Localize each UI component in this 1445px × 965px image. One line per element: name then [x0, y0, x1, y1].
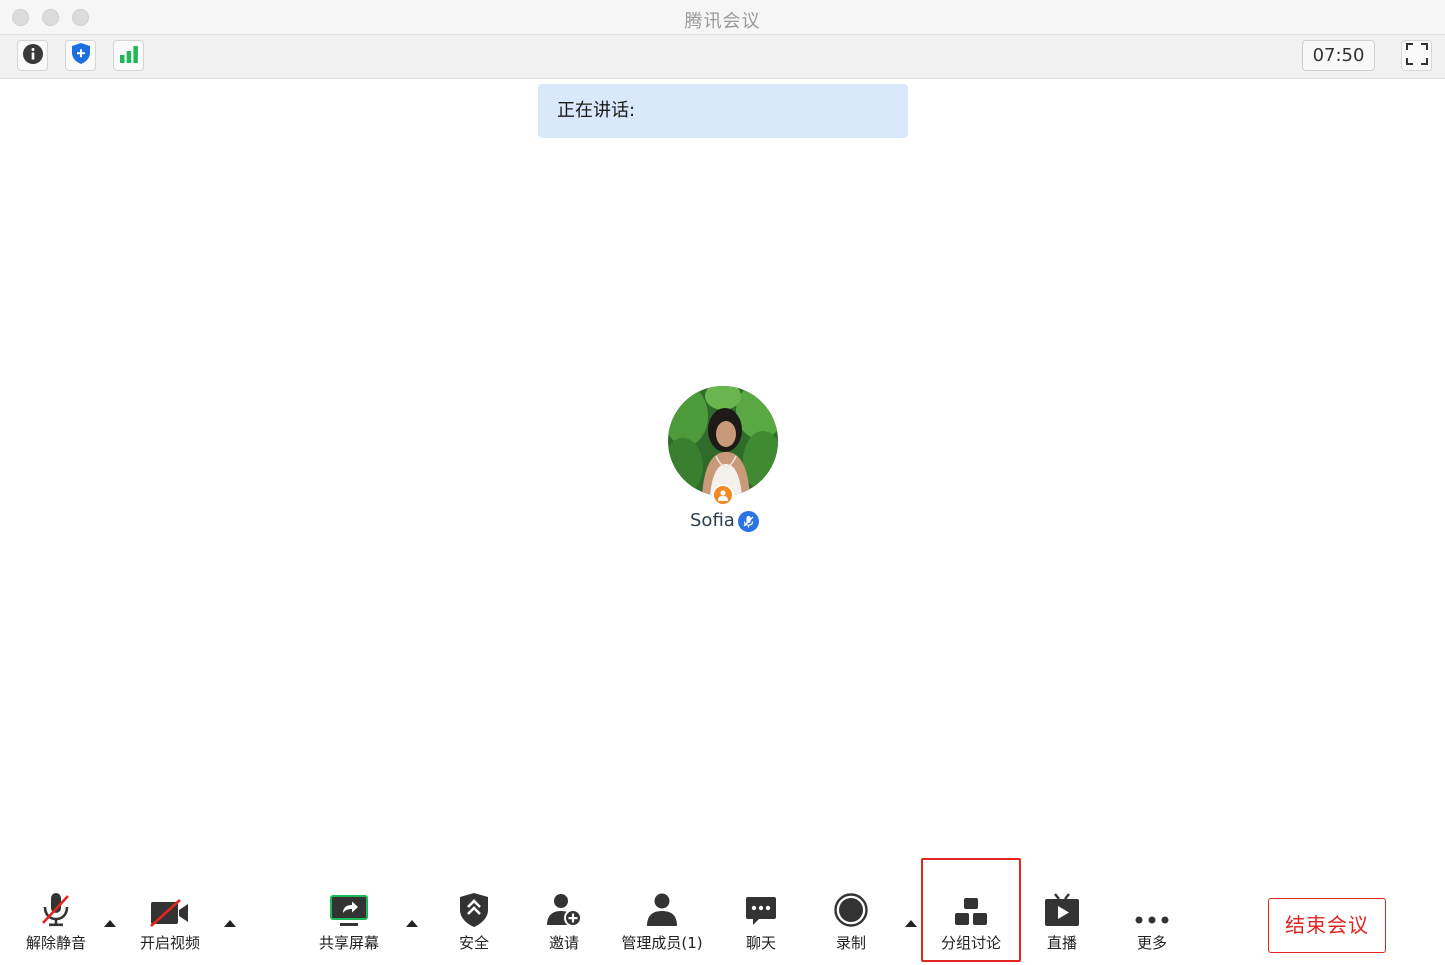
manage-members-label: 管理成员(1)	[621, 934, 703, 952]
unmute-label: 解除静音	[25, 934, 86, 952]
share-screen-label: 共享屏幕	[318, 934, 379, 952]
chat-button[interactable]: 聊天	[730, 893, 792, 953]
network-status-button[interactable]	[113, 40, 144, 71]
live-stream-button[interactable]: 直播	[1031, 893, 1093, 953]
avatar	[668, 386, 778, 496]
window-title: 腾讯会议	[684, 11, 761, 32]
share-screen-icon	[329, 893, 369, 927]
participant-name: Sofia	[690, 510, 735, 531]
microphone-icon	[738, 511, 759, 532]
breakout-highlight-frame	[921, 858, 1021, 962]
meeting-info-button[interactable]	[17, 40, 48, 71]
security-icon	[454, 893, 494, 927]
record-label: 录制	[835, 934, 866, 952]
invite-button[interactable]: 邀请	[533, 893, 595, 953]
audio-options-caret[interactable]	[104, 920, 116, 927]
record-options-caret[interactable]	[905, 920, 917, 927]
video-off-icon	[150, 893, 190, 927]
fullscreen-icon	[1405, 42, 1428, 69]
active-speaker-banner: 正在讲话:	[538, 84, 908, 138]
manage-members-button[interactable]: 管理成员(1)	[621, 893, 703, 953]
signal-bars-icon	[119, 45, 139, 67]
video-options-caret[interactable]	[224, 920, 236, 927]
share-screen-button[interactable]: 共享屏幕	[318, 893, 380, 953]
share-options-caret[interactable]	[406, 920, 418, 927]
title-bar: 腾讯会议	[0, 0, 1445, 35]
info-icon	[22, 43, 43, 68]
add-user-icon	[544, 893, 584, 927]
shield-icon	[71, 43, 90, 68]
meeting-info-bar: 07:50	[0, 35, 1445, 79]
live-stream-label: 直播	[1046, 934, 1077, 952]
unmute-button[interactable]: 解除静音	[25, 893, 87, 953]
members-icon	[642, 893, 682, 927]
meeting-window: 腾讯会议 07:50 正在讲话: Sofia 解除静音 开启视频 共享屏幕 安全…	[0, 0, 1445, 965]
fullscreen-button[interactable]	[1401, 40, 1432, 71]
security-label: 安全	[458, 934, 489, 952]
meeting-timer: 07:50	[1302, 40, 1375, 71]
end-meeting-button[interactable]: 结束会议	[1268, 898, 1386, 953]
start-video-button[interactable]: 开启视频	[139, 893, 201, 953]
more-label: 更多	[1136, 934, 1167, 952]
start-video-label: 开启视频	[139, 934, 200, 952]
more-button[interactable]: 更多	[1121, 893, 1183, 953]
security-status-button[interactable]	[65, 40, 96, 71]
record-button[interactable]: 录制	[820, 893, 882, 953]
security-button[interactable]: 安全	[443, 893, 505, 953]
chat-icon	[741, 893, 781, 927]
participant-tile[interactable]: Sofia	[668, 386, 778, 536]
muted-microphone-icon	[36, 893, 76, 927]
record-icon	[831, 893, 871, 927]
invite-label: 邀请	[548, 934, 579, 952]
chat-label: 聊天	[745, 934, 776, 952]
meeting-toolbar: 解除静音 开启视频 共享屏幕 安全 邀请 管理成员(1) 聊天 录制 分组讨论 …	[0, 860, 1445, 965]
more-dots-icon	[1132, 893, 1172, 927]
host-icon	[712, 484, 734, 506]
live-tv-icon	[1042, 893, 1082, 927]
